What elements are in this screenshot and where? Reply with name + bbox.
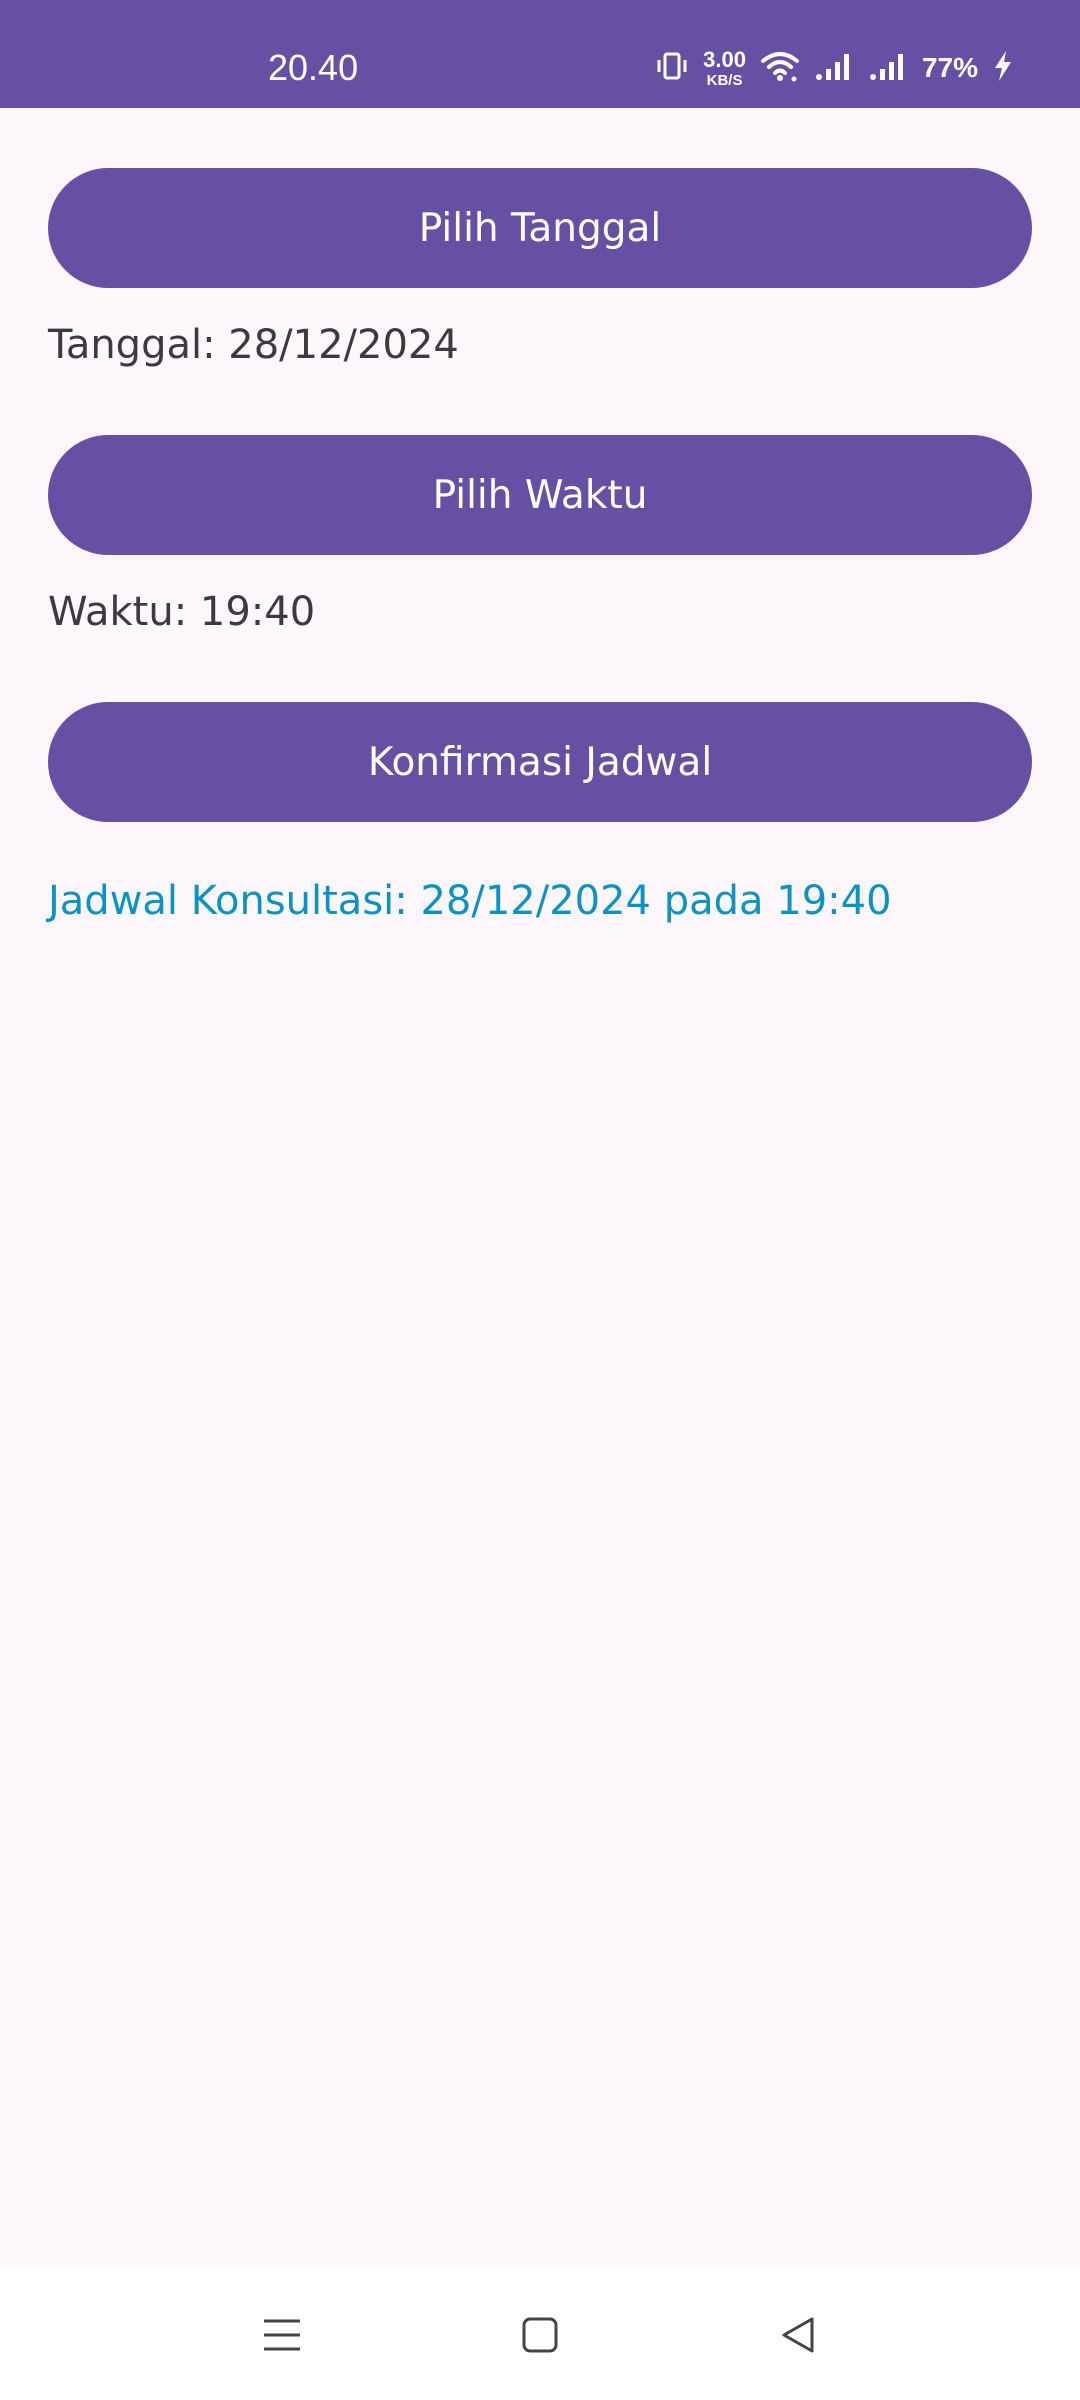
charging-bolt-icon bbox=[992, 49, 1014, 87]
time-label: Waktu: 19:40 bbox=[48, 589, 316, 635]
vibrate-icon bbox=[655, 49, 689, 87]
pick-date-button[interactable]: Pilih Tanggal bbox=[48, 168, 1032, 288]
pick-time-button[interactable]: Pilih Waktu bbox=[48, 435, 1032, 555]
network-speed: 3.00 KB/S bbox=[703, 46, 746, 89]
battery-percentage: 77% bbox=[921, 52, 978, 83]
signal-icon bbox=[814, 49, 854, 87]
status-bar: 20.40 3.00 KB/S 77% bbox=[0, 0, 1080, 108]
date-label: Tanggal: 28/12/2024 bbox=[48, 322, 459, 368]
back-triangle-icon[interactable] bbox=[758, 2295, 838, 2375]
schedule-result: Jadwal Konsultasi: 28/12/2024 pada 19:40 bbox=[48, 878, 892, 924]
net-speed-unit: KB/S bbox=[706, 71, 743, 89]
status-icons: 3.00 KB/S 77% bbox=[655, 44, 1014, 92]
navigation-bar bbox=[0, 2267, 1080, 2400]
signal-icon bbox=[868, 49, 908, 87]
status-time: 20.40 bbox=[268, 47, 359, 88]
menu-icon[interactable] bbox=[242, 2295, 322, 2375]
wifi-icon bbox=[760, 49, 800, 87]
confirm-schedule-button[interactable]: Konfirmasi Jadwal bbox=[48, 702, 1032, 822]
net-speed-value: 3.00 bbox=[703, 46, 746, 72]
home-square-icon[interactable] bbox=[500, 2295, 580, 2375]
